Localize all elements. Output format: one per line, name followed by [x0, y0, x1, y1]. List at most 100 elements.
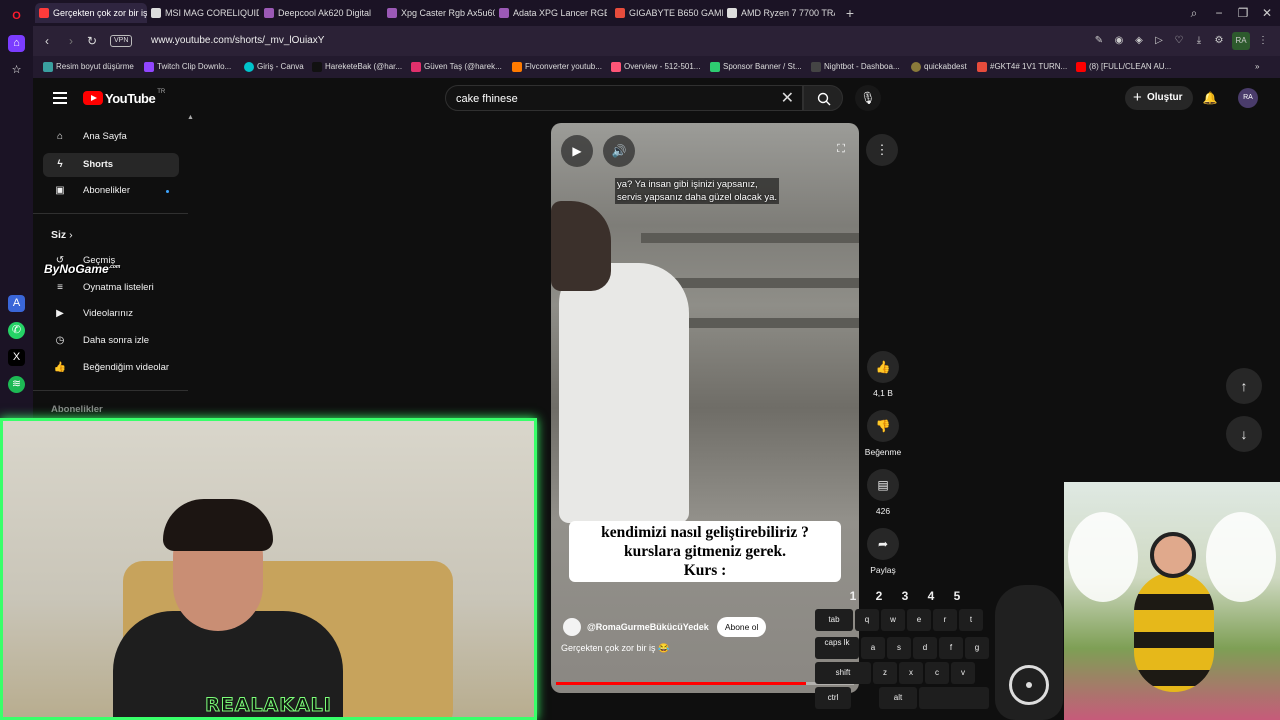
- key: t: [959, 609, 983, 631]
- search-input[interactable]: [456, 90, 756, 108]
- bookmark-item[interactable]: (8) [FULL/CLEAN AU...: [1076, 60, 1171, 74]
- channel-row: @RomaGurmeBükücüYedek Abone ol: [563, 616, 767, 638]
- subscribe-button[interactable]: Abone ol: [716, 617, 767, 637]
- comments-action: ▤ 426: [863, 469, 903, 516]
- shield-icon[interactable]: ◈: [1132, 32, 1146, 50]
- guide-heading-you[interactable]: Siz ›: [51, 229, 73, 241]
- bookmark-item[interactable]: Giriş - Canva: [244, 60, 304, 74]
- like-button[interactable]: 👍: [867, 351, 899, 383]
- comments-button[interactable]: ▤: [867, 469, 899, 501]
- play-icon[interactable]: ▷: [1152, 32, 1166, 50]
- bookmark-item[interactable]: Overview - 512-501...: [611, 60, 700, 74]
- key: w: [881, 609, 905, 631]
- star-icon[interactable]: ☆: [8, 62, 25, 79]
- more-options-button[interactable]: ⋮: [866, 134, 898, 166]
- tab-label: AMD Ryzen 7 7700 TRAY: [741, 8, 835, 18]
- notifications-bell-icon[interactable]: 🔔: [1201, 89, 1219, 107]
- close-icon[interactable]: ✕: [1259, 5, 1275, 21]
- whatsapp-icon[interactable]: ✆: [8, 322, 25, 339]
- hamburger-menu-icon[interactable]: [53, 92, 67, 104]
- browser-tab[interactable]: MSI MAG CORELIQUID 24: [147, 3, 259, 23]
- spotify-icon[interactable]: ≋: [8, 376, 25, 393]
- bookmark-item[interactable]: Resim boyut düşürme: [43, 60, 134, 74]
- vpn-badge[interactable]: VPN: [110, 35, 133, 47]
- x-icon[interactable]: X: [8, 349, 25, 366]
- guide-item-shorts[interactable]: ϟ Shorts: [43, 153, 179, 177]
- bookmark-item[interactable]: #GKT4# 1V1 TURN...: [977, 60, 1067, 74]
- guide-item-watch-later[interactable]: ◷ Daha sonra izle: [43, 329, 179, 353]
- subtitles: ya? Ya insan gibi işinizi yapsanız, serv…: [615, 178, 780, 204]
- canva-icon: [244, 62, 254, 72]
- opera-logo-icon[interactable]: O: [8, 8, 25, 25]
- heart-icon[interactable]: ♡: [1172, 32, 1186, 50]
- channel-name[interactable]: @RomaGurmeBükücüYedek: [587, 622, 709, 632]
- bookmark-item[interactable]: Flvconverter youtub...: [512, 60, 602, 74]
- bookmark-item[interactable]: quickabdest: [911, 60, 967, 74]
- mouse-overlay: [995, 585, 1063, 720]
- menu-icon[interactable]: ⋮: [1256, 32, 1270, 50]
- short-title[interactable]: Gerçekten çok zor bir iş 😂: [561, 643, 669, 654]
- youtube-logo[interactable]: YouTube TR: [83, 89, 165, 106]
- bookmark-item[interactable]: Twitch Clip Downlo...: [144, 60, 231, 74]
- mute-button[interactable]: 🔊: [603, 135, 635, 167]
- url-field[interactable]: www.youtube.com/shorts/_mv_lOuiaxY: [151, 34, 324, 48]
- like-count: 4,1 B: [873, 388, 893, 398]
- edit-icon[interactable]: ✎: [1092, 32, 1106, 50]
- streamer-name: REALAKALI: [205, 694, 332, 717]
- share-button[interactable]: ➦: [867, 528, 899, 560]
- play-button[interactable]: ▶: [561, 135, 593, 167]
- bookmarks-overflow-icon[interactable]: »: [1255, 60, 1259, 74]
- minimize-icon[interactable]: −: [1211, 5, 1227, 21]
- bookmark-item[interactable]: Sponsor Banner / St...: [710, 60, 802, 74]
- guide-scroll-up-icon[interactable]: ▲: [187, 114, 194, 121]
- youtube-favicon-icon: [1076, 62, 1086, 72]
- guide-item-your-videos[interactable]: ▶ Videolarınız: [43, 302, 179, 326]
- progress-bar[interactable]: [556, 682, 854, 685]
- bookmark-label: Giriş - Canva: [257, 62, 304, 71]
- avatar[interactable]: RA: [1238, 88, 1258, 108]
- volume-icon: 🔊: [611, 144, 627, 158]
- browser-tab[interactable]: Xpg Caster Rgb Ax5u600C: [383, 3, 495, 23]
- next-short-button[interactable]: ↓: [1226, 416, 1262, 452]
- quickabdest-icon: [911, 62, 921, 72]
- browser-tab[interactable]: Gerçekten çok zor bir iş 😂: [35, 3, 147, 23]
- browser-tab[interactable]: Adata XPG Lancer RGB AX: [495, 3, 607, 23]
- browser-tab[interactable]: GIGABYTE B650 GAMING: [611, 3, 723, 23]
- subscriptions-icon: ▣: [55, 185, 65, 196]
- clear-search-icon[interactable]: ✕: [781, 89, 794, 109]
- reload-icon[interactable]: ↻: [84, 33, 100, 49]
- key: shift: [815, 662, 871, 684]
- guide-item-liked-videos[interactable]: 👍 Beğendiğim videolar: [43, 356, 179, 380]
- download-icon[interactable]: ⤓: [1192, 32, 1206, 50]
- bookmark-item[interactable]: HareketeBak (@har...: [312, 60, 402, 74]
- create-button[interactable]: Oluştur: [1125, 86, 1193, 110]
- search-tabs-icon[interactable]: ⌕: [1186, 5, 1202, 21]
- browser-tab[interactable]: AMD Ryzen 7 7700 TRAY: [723, 3, 835, 23]
- new-tab-button[interactable]: +: [842, 5, 858, 21]
- fullscreen-icon[interactable]: ⛶: [833, 141, 849, 157]
- guide-label: Oynatma listeleri: [83, 282, 154, 293]
- search-button[interactable]: [803, 85, 843, 111]
- aria-icon[interactable]: A: [8, 295, 25, 312]
- channel-avatar[interactable]: [563, 618, 581, 636]
- clock-icon: ◷: [55, 335, 65, 346]
- profile-badge[interactable]: RA: [1232, 32, 1250, 50]
- guide-item-playlists[interactable]: ≡ Oynatma listeleri: [43, 276, 179, 300]
- back-icon[interactable]: ‹: [39, 33, 55, 49]
- subtitle-line: servis yapsanız daha güzel olacak ya.: [615, 191, 780, 204]
- dislike-button[interactable]: 👎: [867, 410, 899, 442]
- key: tab: [815, 609, 853, 631]
- settings-icon[interactable]: ⚙: [1212, 32, 1226, 50]
- home-icon[interactable]: ⌂: [8, 35, 25, 52]
- maximize-icon[interactable]: ❐: [1235, 5, 1251, 21]
- comment-icon: ▤: [877, 478, 889, 492]
- forward-icon[interactable]: ›: [63, 33, 79, 49]
- bookmark-item[interactable]: Güven Taş (@harek...: [411, 60, 502, 74]
- previous-short-button[interactable]: ↑: [1226, 368, 1262, 404]
- browser-tab[interactable]: Deepcool Ak620 Digital P: [260, 3, 372, 23]
- guide-item-home[interactable]: ⌂ Ana Sayfa: [43, 125, 179, 149]
- voice-search-button[interactable]: 🎙: [855, 85, 881, 111]
- guide-item-subscriptions[interactable]: ▣ Abonelikler: [43, 179, 179, 203]
- bookmark-item[interactable]: Nightbot - Dashboa...: [811, 60, 900, 74]
- camera-icon[interactable]: ◉: [1112, 32, 1126, 50]
